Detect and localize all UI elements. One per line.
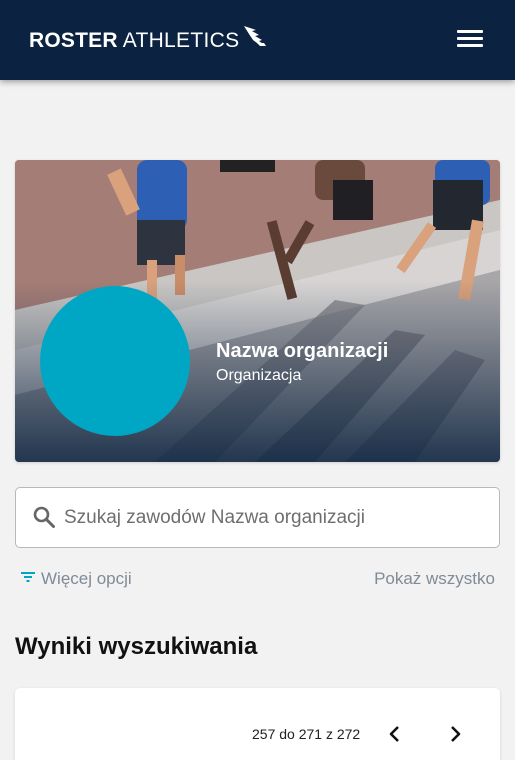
organization-type: Organizacja <box>216 367 302 384</box>
winged-foot-icon <box>242 24 268 53</box>
show-all-link[interactable]: Pokaż wszystko <box>374 569 495 589</box>
organization-avatar <box>40 286 190 436</box>
pagination-range: 257 do 271 z 272 <box>252 726 361 742</box>
search-input[interactable] <box>64 502 484 534</box>
organization-name: Nazwa organizacji <box>216 340 389 362</box>
logo-text-bold: ROSTER <box>29 28 118 52</box>
search-results-heading: Wyniki wyszukiwania <box>15 633 258 660</box>
roster-athletics-logo[interactable]: ROSTER ATHLETICS <box>29 26 268 53</box>
filter-icon <box>21 570 35 588</box>
logo-text-light: ATHLETICS <box>122 28 240 52</box>
search-icon <box>32 505 56 534</box>
chevron-right-icon[interactable] <box>445 724 465 744</box>
more-options-button[interactable]: Więcej opcji <box>21 569 132 589</box>
chevron-left-icon[interactable] <box>385 724 405 744</box>
more-options-label: Więcej opcji <box>41 569 132 588</box>
top-app-bar: ROSTER ATHLETICS <box>0 0 515 80</box>
competition-search-field[interactable] <box>15 487 500 548</box>
organization-hero-banner: Nazwa organizacji Organizacja <box>15 160 500 462</box>
results-card: 257 do 271 z 272 <box>15 688 500 760</box>
hamburger-menu-icon[interactable] <box>457 30 483 50</box>
